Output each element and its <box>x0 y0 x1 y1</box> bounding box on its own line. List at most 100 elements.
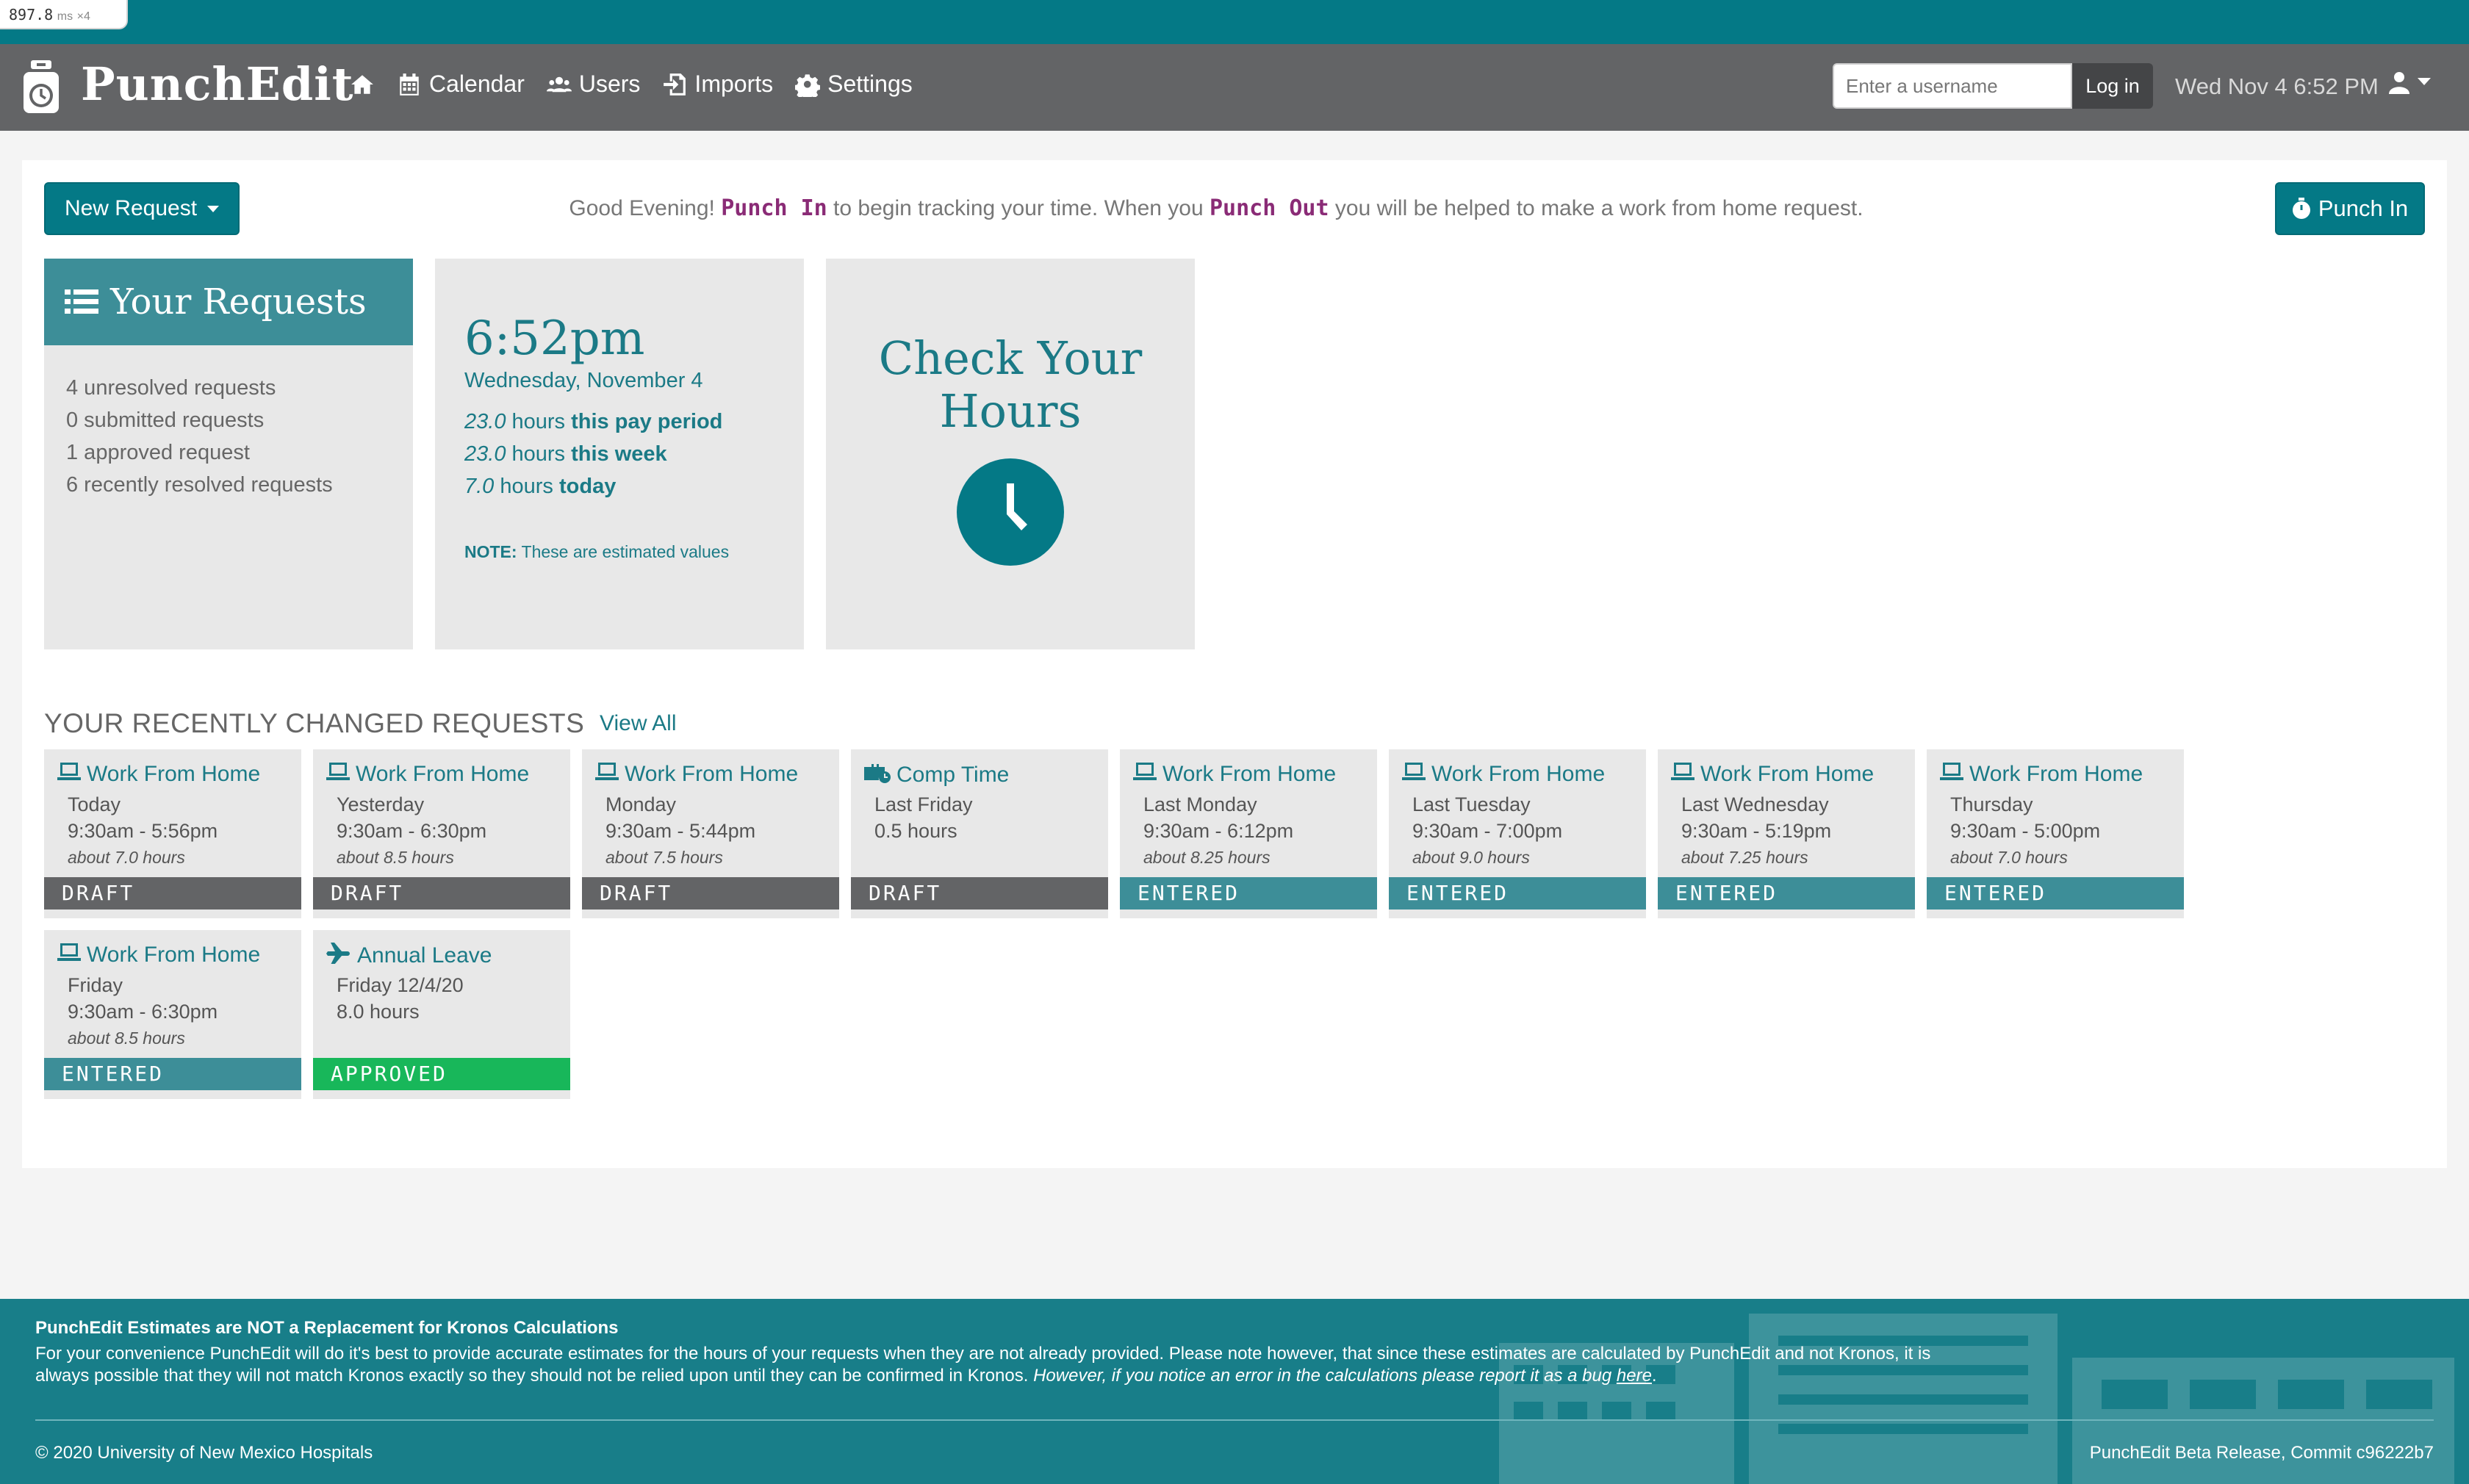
hours-pay-period-label: this pay period <box>571 410 723 433</box>
punch-in-button[interactable]: Punch In <box>2275 182 2425 235</box>
nav-settings[interactable]: Settings <box>795 71 913 98</box>
request-time-range: 9:30am - 5:00pm <box>1950 820 2101 842</box>
request-card[interactable]: Work From Home Yesterday 9:30am - 6:30pm ab… <box>313 749 570 918</box>
punch-clock-logo-icon[interactable] <box>21 59 62 115</box>
login-group: Log in <box>1833 63 2153 109</box>
request-time-range: 9:30am - 5:44pm <box>605 820 756 842</box>
request-status-badge: DRAFT <box>851 877 1108 910</box>
chevron-down-icon <box>2418 78 2431 85</box>
request-type[interactable]: Work From Home <box>1402 761 1605 788</box>
request-estimate: about 7.25 hours <box>1681 848 1808 867</box>
request-type-label: Work From Home <box>87 762 261 786</box>
laptop-icon <box>57 942 81 968</box>
laptop-icon <box>326 761 350 788</box>
nav-imports[interactable]: Imports <box>662 71 773 98</box>
clock-icon <box>957 458 1064 566</box>
your-requests-card[interactable]: Your Requests 4 unresolved requests 0 su… <box>44 259 413 649</box>
login-button[interactable]: Log in <box>2072 63 2153 109</box>
request-card[interactable]: Work From Home Last Monday 9:30am - 6:12pm… <box>1120 749 1377 918</box>
note-text: These are estimated values <box>517 542 730 561</box>
request-card[interactable]: Work From Home Monday 9:30am - 5:44pm about… <box>582 749 839 918</box>
request-time-range: 9:30am - 6:30pm <box>68 1001 218 1023</box>
request-card[interactable]: Work From Home Last Wednesday 9:30am - 5:1… <box>1658 749 1915 918</box>
nav-calendar-label: Calendar <box>429 71 525 97</box>
laptop-icon <box>1402 761 1426 788</box>
greeting-suffix: you will be helped to make a work from h… <box>1329 196 1864 220</box>
nav-home[interactable] <box>350 71 375 98</box>
request-type[interactable]: Annual Leave <box>326 942 492 970</box>
greeting-punch-in: Punch In <box>721 195 827 221</box>
view-all-link[interactable]: View All <box>600 711 677 736</box>
nav-datetime: Wed Nov 4 6:52 PM <box>2175 73 2379 99</box>
request-type[interactable]: Work From Home <box>595 761 798 788</box>
punch-in-label: Punch In <box>2318 195 2409 221</box>
current-date: Wednesday, November 4 <box>464 369 703 392</box>
footer-divider <box>35 1419 2434 1421</box>
hours-week: 23.0 hours this week <box>464 442 667 467</box>
navbar: PunchEdit Calendar Users Imports Setting… <box>0 44 2469 131</box>
user-menu[interactable] <box>2388 71 2431 94</box>
main-panel: New Request Good Evening! Punch In to be… <box>22 160 2447 1168</box>
report-bug-link[interactable]: here <box>1617 1366 1652 1386</box>
request-status-badge: ENTERED <box>1389 877 1646 910</box>
hours-week-label: this week <box>571 442 667 466</box>
footer-body-end: . <box>1651 1366 1657 1386</box>
request-type[interactable]: Work From Home <box>326 761 529 788</box>
hours-pay-period-value: 23.0 <box>464 410 506 433</box>
footer-disclaimer: For your convenience PunchEdit will do i… <box>35 1343 1961 1387</box>
perf-value: 897.8 <box>9 6 54 24</box>
footer-body-italic: However, if you notice an error in the c… <box>1033 1366 1617 1386</box>
note-label: NOTE: <box>464 542 517 561</box>
requests-recently-resolved: 6 recently resolved requests <box>66 473 333 497</box>
request-type-label: Annual Leave <box>357 943 492 968</box>
request-status-badge: DRAFT <box>582 877 839 910</box>
users-icon <box>546 76 572 92</box>
check-hours-card[interactable]: Check Your Hours <box>826 259 1195 649</box>
request-card[interactable]: Work From Home Thursday 9:30am - 5:00pm abo… <box>1927 749 2184 918</box>
request-type[interactable]: Work From Home <box>57 942 260 968</box>
nav-users[interactable]: Users <box>546 71 641 98</box>
your-requests-list: 4 unresolved requests 0 submitted reques… <box>44 345 413 501</box>
hours-week-value: 23.0 <box>464 442 506 466</box>
request-card[interactable]: Comp Time Last Friday 0.5 hours DRAFT <box>851 749 1108 918</box>
request-day: Friday 12/4/20 <box>337 974 464 996</box>
username-input[interactable] <box>1833 63 2072 109</box>
requests-submitted: 0 submitted requests <box>66 408 265 432</box>
hours-unit: hours <box>494 475 559 498</box>
greeting-punch-out: Punch Out <box>1209 195 1329 221</box>
request-type[interactable]: Work From Home <box>1671 761 1874 788</box>
request-type[interactable]: Work From Home <box>57 761 260 788</box>
greeting-prefix: Good Evening! <box>569 196 722 220</box>
new-request-label: New Request <box>64 196 198 220</box>
brand-name[interactable]: PunchEdit <box>81 57 353 111</box>
import-icon <box>664 73 686 96</box>
nav-imports-label: Imports <box>694 71 774 97</box>
request-card[interactable]: Work From Home Last Tuesday 9:30am - 7:00p… <box>1389 749 1646 918</box>
request-card[interactable]: Work From Home Today 9:30am - 5:56pm about … <box>44 749 301 918</box>
request-day: Monday <box>605 793 677 815</box>
current-time: 6:52pm <box>464 311 645 366</box>
nav-users-label: Users <box>578 71 641 97</box>
request-type-label: Work From Home <box>356 762 530 786</box>
request-type-label: Work From Home <box>1162 762 1337 786</box>
footer-copyright: © 2020 University of New Mexico Hospital… <box>35 1443 373 1463</box>
footer-heading: PunchEdit Estimates are NOT a Replacemen… <box>35 1318 619 1338</box>
hours-pay-period: 23.0 hours this pay period <box>464 410 722 434</box>
request-time-range: 9:30am - 6:12pm <box>1143 820 1294 842</box>
request-status-badge: ENTERED <box>1927 877 2184 910</box>
request-type[interactable]: Work From Home <box>1940 761 2143 788</box>
request-type[interactable]: Comp Time <box>864 761 1009 789</box>
request-time-range: 0.5 hours <box>874 820 957 842</box>
check-hours-line1: Check Your <box>878 331 1143 385</box>
nav-calendar[interactable]: Calendar <box>397 71 525 98</box>
request-type-label: Work From Home <box>1969 762 2143 786</box>
new-request-button[interactable]: New Request <box>44 182 240 235</box>
request-estimate: about 8.25 hours <box>1143 848 1271 867</box>
top-strip: 897.8 ms ×4 <box>0 0 2469 44</box>
request-day: Thursday <box>1950 793 2033 815</box>
perf-badge: 897.8 ms ×4 <box>0 0 128 29</box>
request-card[interactable]: Work From Home Friday 9:30am - 6:30pm about… <box>44 930 301 1099</box>
request-type[interactable]: Work From Home <box>1133 761 1336 788</box>
request-time-range: 8.0 hours <box>337 1001 420 1023</box>
request-card[interactable]: Annual Leave Friday 12/4/20 8.0 hours APPRO… <box>313 930 570 1099</box>
